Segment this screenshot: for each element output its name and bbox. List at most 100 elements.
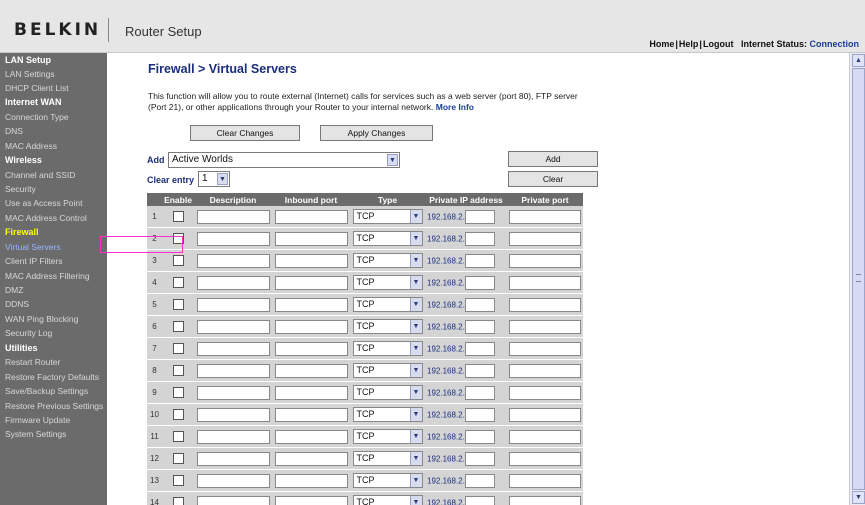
sidebar-section-lan-setup[interactable]: LAN Setup <box>5 55 51 65</box>
inbound-port-input[interactable] <box>274 495 348 505</box>
sidebar-item-connection-type[interactable]: Connection Type <box>5 112 69 122</box>
description-input[interactable] <box>196 429 270 444</box>
sidebar-section-internet-wan[interactable]: Internet WAN <box>5 97 62 107</box>
sidebar-item-restore-factory-defaults[interactable]: Restore Factory Defaults <box>5 372 99 382</box>
sidebar-section-utilities[interactable]: Utilities <box>5 343 38 353</box>
clear-entry-select[interactable]: 1 ▼ <box>198 171 230 187</box>
type-select[interactable]: TCP ▼ <box>352 473 423 488</box>
sidebar-item-restore-previous-settings[interactable]: Restore Previous Settings <box>5 401 103 411</box>
add-button[interactable]: Add <box>508 151 598 167</box>
private-port-input[interactable] <box>509 451 581 466</box>
more-info-link[interactable]: More Info <box>436 102 474 112</box>
description-input[interactable] <box>196 495 270 505</box>
help-link[interactable]: Help <box>679 39 699 49</box>
type-select[interactable]: TCP ▼ <box>352 385 423 400</box>
type-select[interactable]: TCP ▼ <box>352 253 423 268</box>
scroll-down-icon[interactable]: ▼ <box>852 491 865 504</box>
home-link[interactable]: Home <box>649 39 674 49</box>
enable-checkbox[interactable] <box>172 299 184 310</box>
private-port-input[interactable] <box>509 231 581 246</box>
sidebar-item-dhcp-client-list[interactable]: DHCP Client List <box>5 83 69 93</box>
clear-button[interactable]: Clear <box>508 171 598 187</box>
sidebar-item-restart-router[interactable]: Restart Router <box>5 357 60 367</box>
type-select[interactable]: TCP ▼ <box>352 451 423 466</box>
inbound-port-input[interactable] <box>274 407 348 422</box>
enable-checkbox[interactable] <box>172 255 184 266</box>
sidebar-item-access-point[interactable]: Use as Access Point <box>5 198 82 208</box>
logout-link[interactable]: Logout <box>703 39 734 49</box>
enable-checkbox[interactable] <box>172 343 184 354</box>
description-input[interactable] <box>196 473 270 488</box>
sidebar-item-mac-address[interactable]: MAC Address <box>5 141 57 151</box>
description-input[interactable] <box>196 385 270 400</box>
description-input[interactable] <box>196 275 270 290</box>
enable-checkbox[interactable] <box>172 211 184 222</box>
enable-checkbox[interactable] <box>172 431 184 442</box>
inbound-port-input[interactable] <box>274 385 348 400</box>
sidebar-item-virtual-servers[interactable]: Virtual Servers <box>5 242 61 252</box>
private-ip-input[interactable] <box>464 363 495 378</box>
scroll-thumb[interactable] <box>852 68 865 490</box>
private-ip-input[interactable] <box>464 231 495 246</box>
enable-checkbox[interactable] <box>172 321 184 332</box>
private-port-input[interactable] <box>509 297 581 312</box>
private-ip-input[interactable] <box>464 319 495 334</box>
private-port-input[interactable] <box>509 407 581 422</box>
description-input[interactable] <box>196 253 270 268</box>
enable-checkbox[interactable] <box>172 387 184 398</box>
inbound-port-input[interactable] <box>274 429 348 444</box>
sidebar-item-lan-settings[interactable]: LAN Settings <box>5 69 55 79</box>
inbound-port-input[interactable] <box>274 297 348 312</box>
type-select[interactable]: TCP ▼ <box>352 209 423 224</box>
add-service-select[interactable]: Active Worlds ▼ <box>168 152 400 168</box>
sidebar-item-dns[interactable]: DNS <box>5 126 23 136</box>
description-input[interactable] <box>196 451 270 466</box>
sidebar-item-channel-and-ssid[interactable]: Channel and SSID <box>5 170 75 180</box>
enable-checkbox[interactable] <box>172 497 184 505</box>
sidebar-section-firewall[interactable]: Firewall <box>5 227 39 237</box>
private-port-input[interactable] <box>509 385 581 400</box>
private-port-input[interactable] <box>509 495 581 505</box>
sidebar-item-save-backup-settings[interactable]: Save/Backup Settings <box>5 386 88 396</box>
private-ip-input[interactable] <box>464 495 495 505</box>
type-select[interactable]: TCP ▼ <box>352 341 423 356</box>
sidebar-item-system-settings[interactable]: System Settings <box>5 429 66 439</box>
enable-checkbox[interactable] <box>172 277 184 288</box>
sidebar-item-security[interactable]: Security <box>5 184 36 194</box>
type-select[interactable]: TCP ▼ <box>352 407 423 422</box>
enable-checkbox[interactable] <box>172 453 184 464</box>
private-port-input[interactable] <box>509 319 581 334</box>
inbound-port-input[interactable] <box>274 363 348 378</box>
private-ip-input[interactable] <box>464 275 495 290</box>
sidebar-item-wan-ping-blocking[interactable]: WAN Ping Blocking <box>5 314 78 324</box>
enable-checkbox[interactable] <box>172 365 184 376</box>
private-ip-input[interactable] <box>464 209 495 224</box>
private-port-input[interactable] <box>509 473 581 488</box>
sidebar-item-firmware-update[interactable]: Firmware Update <box>5 415 70 425</box>
inbound-port-input[interactable] <box>274 473 348 488</box>
type-select[interactable]: TCP ▼ <box>352 429 423 444</box>
private-port-input[interactable] <box>509 341 581 356</box>
private-port-input[interactable] <box>509 275 581 290</box>
vertical-scrollbar[interactable]: ▲ ▼ <box>849 53 865 505</box>
sidebar-section-wireless[interactable]: Wireless <box>5 155 42 165</box>
private-ip-input[interactable] <box>464 341 495 356</box>
type-select[interactable]: TCP ▼ <box>352 363 423 378</box>
description-input[interactable] <box>196 407 270 422</box>
private-ip-input[interactable] <box>464 429 495 444</box>
private-ip-input[interactable] <box>464 385 495 400</box>
enable-checkbox[interactable] <box>172 475 184 486</box>
description-input[interactable] <box>196 209 270 224</box>
inbound-port-input[interactable] <box>274 253 348 268</box>
private-ip-input[interactable] <box>464 451 495 466</box>
description-input[interactable] <box>196 341 270 356</box>
private-ip-input[interactable] <box>464 473 495 488</box>
private-ip-input[interactable] <box>464 407 495 422</box>
description-input[interactable] <box>196 231 270 246</box>
type-select[interactable]: TCP ▼ <box>352 297 423 312</box>
inbound-port-input[interactable] <box>274 231 348 246</box>
type-select[interactable]: TCP ▼ <box>352 319 423 334</box>
inbound-port-input[interactable] <box>274 209 348 224</box>
private-port-input[interactable] <box>509 253 581 268</box>
type-select[interactable]: TCP ▼ <box>352 275 423 290</box>
